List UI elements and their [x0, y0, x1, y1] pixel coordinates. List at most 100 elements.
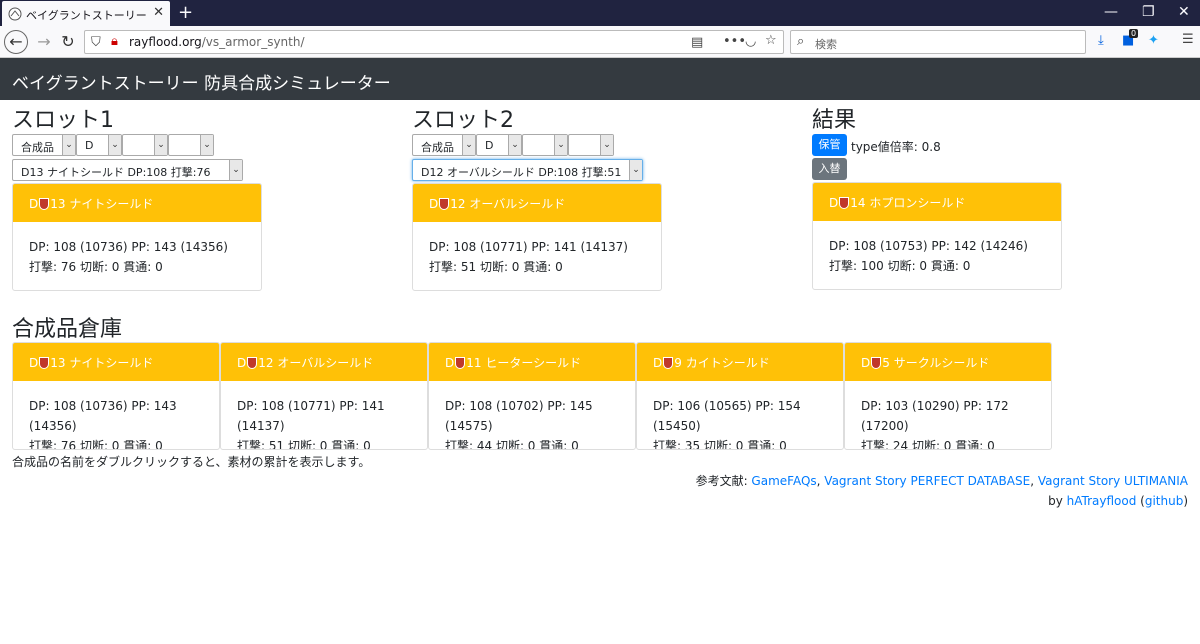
card-title[interactable]: D 12 オーバルシールド — [413, 184, 661, 222]
card-stats-defense: DP: 108 (10771) PP: 141 (14137) — [429, 240, 628, 254]
chevron-down-icon: ⌄ — [554, 135, 567, 155]
close-window-icon[interactable]: ✕ — [1178, 4, 1190, 20]
slot1-card: D 13 ナイトシールド DP: 108 (10736) PP: 143 (143… — [12, 183, 262, 291]
save-button[interactable]: 保管 — [812, 134, 847, 156]
shield-icon — [439, 198, 450, 210]
chevron-down-icon: ⌄ — [154, 135, 167, 155]
shield-icon[interactable]: ⛉ — [91, 35, 101, 50]
card-title[interactable]: D 13 ナイトシールド — [13, 343, 219, 381]
twitter-icon[interactable]: ✦ — [1148, 33, 1159, 48]
chevron-down-icon: ⌄ — [62, 135, 75, 155]
slot1-filter-select[interactable]: ⌄ — [122, 134, 168, 156]
card-title[interactable]: D 11 ヒーターシールド — [429, 343, 635, 381]
restore-icon[interactable]: ❐ — [1142, 4, 1155, 20]
card-stats-types: 打撃: 100 切断: 0 貫通: 0 — [829, 259, 971, 273]
extension-badge: 0 — [1129, 29, 1139, 38]
page-actions-icon[interactable]: ••• — [723, 34, 746, 49]
slot1-item-select[interactable]: D13 ナイトシールド DP:108 打撃:76 ⌄ — [12, 159, 243, 181]
search-icon: ⌕ — [797, 34, 805, 49]
new-tab-icon[interactable]: + — [178, 2, 193, 23]
slot2-heading: スロット2 — [412, 108, 514, 133]
help-note: 合成品の名前をダブルクリックすると、素材の累計を表示します。 — [12, 455, 371, 469]
reader-view-icon[interactable]: ▤ — [691, 35, 703, 50]
slot2-class-select[interactable]: D ⌄ — [476, 134, 522, 156]
card-stats-defense: DP: 108 (10753) PP: 142 (14246) — [829, 239, 1028, 253]
slot1-filter2-select[interactable]: ⌄ — [168, 134, 214, 156]
slot1-source-select[interactable]: 合成品 ⌄ — [12, 134, 76, 156]
back-icon[interactable]: ← — [4, 30, 28, 54]
ref-link-ultimania[interactable]: Vagrant Story ULTIMANIA — [1038, 474, 1188, 488]
browser-navbar: ← → ↻ ⛉ 🔒︎ rayflood.org/vs_armor_synth/ … — [0, 26, 1200, 58]
slot2-source-select[interactable]: 合成品 ⌄ — [412, 134, 476, 156]
app-title[interactable]: ベイグラントストーリー 防具合成シミュレーター — [12, 69, 391, 94]
shield-icon — [455, 357, 466, 369]
insecure-lock-icon[interactable]: 🔒︎ — [111, 34, 118, 49]
tab-title: ベイグラントストーリー 防具合成シミ — [26, 9, 146, 22]
shield-icon — [839, 197, 850, 209]
chevron-down-icon: ⌄ — [200, 135, 213, 155]
card-stats-types: 打撃: 51 切断: 0 貫通: 0 — [429, 260, 563, 274]
card-stats-defense: DP: 103 (10290) PP: 172 (17200) — [861, 399, 1009, 433]
browser-tab[interactable]: ベイグラントストーリー 防具合成シミ ✕ — [2, 1, 170, 26]
card-stats-defense: DP: 108 (10771) PP: 141 (14137) — [237, 399, 385, 433]
card-title[interactable]: D 12 オーバルシールド — [221, 343, 427, 381]
result-heading: 結果 — [812, 108, 857, 133]
chevron-down-icon: ⌄ — [600, 135, 613, 155]
close-tab-icon[interactable]: ✕ — [153, 5, 164, 20]
search-placeholder: 検索 — [815, 38, 837, 51]
download-icon[interactable]: ⤓ — [1098, 33, 1104, 48]
author-link[interactable]: hATrayflood — [1067, 494, 1137, 508]
card-stats-types: 打撃: 35 切断: 0 貫通: 0 — [653, 439, 787, 450]
slot2-item-select[interactable]: D12 オーバルシールド DP:108 打撃:51 ⌄ — [412, 159, 643, 181]
card-title[interactable]: D5 サークルシールド — [845, 343, 1051, 381]
search-input[interactable]: ⌕ 検索 — [790, 30, 1086, 54]
favicon-icon — [8, 7, 22, 21]
slot2-card: D 12 オーバルシールド DP: 108 (10771) PP: 141 (14… — [412, 183, 662, 291]
warehouse-card: D 13 ナイトシールド DP: 108 (10736) PP: 143 (143… — [12, 342, 220, 450]
url-text: rayflood.org/vs_armor_synth/ — [129, 35, 305, 49]
slot2-filter2-select[interactable]: ⌄ — [568, 134, 614, 156]
card-stats-types: 打撃: 24 切断: 0 貫通: 0 — [861, 439, 995, 450]
pocket-icon[interactable]: ◡ — [745, 34, 756, 49]
shield-icon — [247, 357, 258, 369]
bookmark-star-icon[interactable]: ☆ — [765, 33, 777, 48]
shield-icon — [871, 357, 882, 369]
chevron-down-icon: ⌄ — [229, 160, 242, 180]
card-title[interactable]: D9 カイトシールド — [637, 343, 843, 381]
forward-icon[interactable]: → — [32, 30, 56, 54]
minimize-icon[interactable]: — — [1104, 4, 1118, 20]
chevron-down-icon: ⌄ — [462, 135, 475, 155]
card-title[interactable]: D 13 ナイトシールド — [13, 184, 261, 222]
menu-icon[interactable]: ☰ — [1182, 32, 1194, 47]
warehouse-card: D5 サークルシールド DP: 103 (10290) PP: 172 (172… — [844, 342, 1052, 450]
card-stats-defense: DP: 108 (10736) PP: 143 (14356) — [29, 240, 228, 254]
ref-link-gamefaqs[interactable]: GameFAQs — [751, 474, 816, 488]
github-link[interactable]: github — [1145, 494, 1183, 508]
slot1-heading: スロット1 — [12, 108, 114, 133]
card-stats-defense: DP: 108 (10736) PP: 143 (14356) — [29, 399, 177, 433]
slot1-class-select[interactable]: D ⌄ — [76, 134, 122, 156]
warehouse-card: D 12 オーバルシールド DP: 108 (10771) PP: 141 (14… — [220, 342, 428, 450]
references: 参考文献: GameFAQs, Vagrant Story PERFECT DA… — [695, 474, 1188, 508]
reload-icon[interactable]: ↻ — [56, 30, 80, 54]
card-stats-types: 打撃: 76 切断: 0 貫通: 0 — [29, 439, 163, 450]
type-rate-text: type値倍率: 0.8 — [851, 140, 941, 154]
shield-icon — [663, 357, 674, 369]
app-navbar: ベイグラントストーリー 防具合成シミュレーター — [0, 58, 1200, 100]
slot2-filter-select[interactable]: ⌄ — [522, 134, 568, 156]
address-bar[interactable]: ⛉ 🔒︎ rayflood.org/vs_armor_synth/ ▤ ••• … — [84, 30, 784, 54]
card-stats-types: 打撃: 51 切断: 0 貫通: 0 — [237, 439, 371, 450]
chevron-down-icon: ⌄ — [629, 160, 642, 180]
shield-icon — [39, 198, 50, 210]
card-title[interactable]: D 14 ホプロンシールド — [813, 183, 1061, 221]
card-stats-defense: DP: 108 (10702) PP: 145 (14575) — [445, 399, 593, 433]
warehouse-card: D 11 ヒーターシールド DP: 108 (10702) PP: 145 (14… — [428, 342, 636, 450]
result-card: D 14 ホプロンシールド DP: 108 (10753) PP: 142 (14… — [812, 182, 1062, 290]
warehouse-card: D9 カイトシールド DP: 106 (10565) PP: 154 (1545… — [636, 342, 844, 450]
swap-button[interactable]: 入替 — [812, 158, 847, 180]
card-stats-types: 打撃: 76 切断: 0 貫通: 0 — [29, 260, 163, 274]
card-stats-types: 打撃: 44 切断: 0 貫通: 0 — [445, 439, 579, 450]
chevron-down-icon: ⌄ — [108, 135, 121, 155]
ref-link-perfect-database[interactable]: Vagrant Story PERFECT DATABASE — [824, 474, 1030, 488]
browser-tab-strip: ベイグラントストーリー 防具合成シミ ✕ + — ❐ ✕ — [0, 0, 1200, 26]
